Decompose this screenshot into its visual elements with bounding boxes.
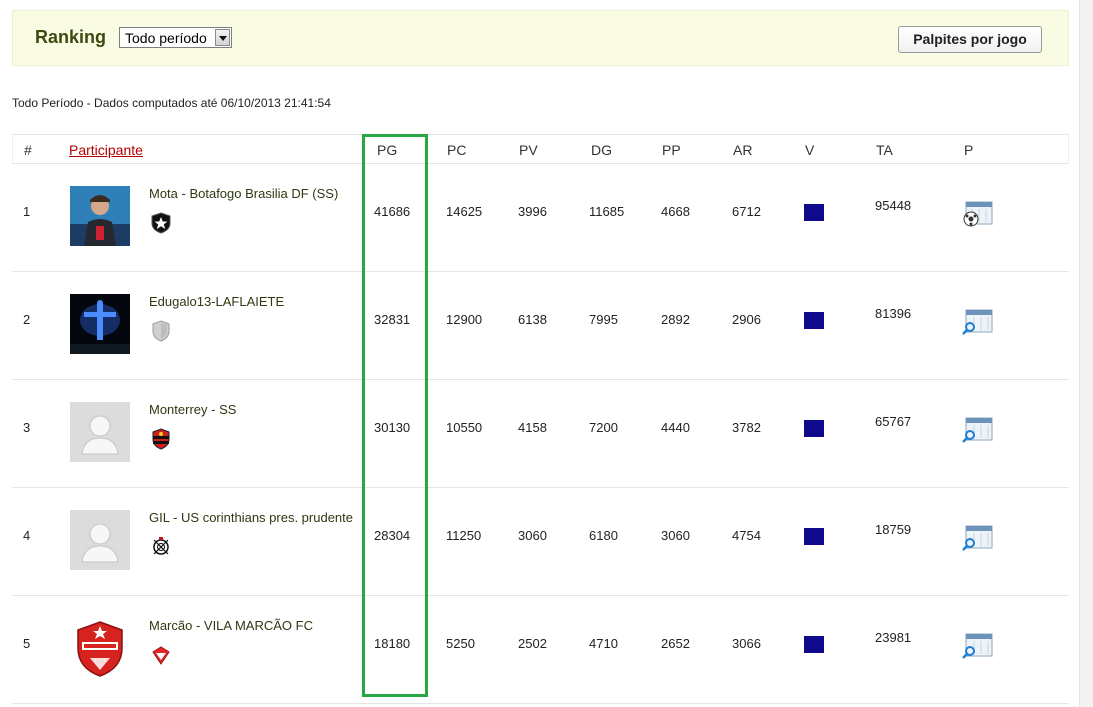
col-header-pc: PC	[447, 142, 467, 158]
pc-value: 14625	[446, 204, 483, 219]
ranking-toolbar: Ranking Todo período Palpites por jogo	[12, 10, 1069, 66]
table-row: 5 Marcão - VILA MARCÃO FC 18180 5250 250…	[12, 596, 1069, 704]
soccer-calendar-icon[interactable]	[962, 200, 994, 228]
row-position: 1	[23, 204, 31, 219]
avatar[interactable]	[70, 618, 130, 678]
pv-value: 3996	[518, 204, 547, 219]
col-header-v: V	[805, 142, 815, 158]
col-header-position: #	[24, 142, 32, 158]
palpites-por-jogo-button[interactable]: Palpites por jogo	[898, 26, 1042, 53]
ar-value: 3782	[732, 420, 761, 435]
dg-value: 7200	[589, 420, 618, 435]
pg-value: 18180	[374, 636, 411, 651]
pv-value: 6138	[518, 312, 547, 327]
pv-value: 4158	[518, 420, 547, 435]
pg-value: 32831	[374, 312, 411, 327]
search-calendar-icon[interactable]	[962, 416, 994, 444]
search-calendar-icon[interactable]	[962, 524, 994, 552]
search-calendar-icon[interactable]	[962, 308, 994, 336]
row-position: 5	[23, 636, 31, 651]
period-select[interactable]: Todo período	[119, 27, 232, 48]
pc-value: 11250	[446, 528, 482, 543]
corinthians-badge-icon	[153, 537, 169, 555]
dg-value: 4710	[589, 636, 618, 651]
ar-value: 2906	[732, 312, 761, 327]
grey-shield-badge-icon	[152, 320, 170, 342]
row-position: 2	[23, 312, 31, 327]
v-indicator	[804, 636, 824, 653]
ar-value: 4754	[732, 528, 761, 543]
col-header-pg: PG	[377, 142, 398, 158]
table-row: 3 Monterrey - SS 30130 10550 4158 7200 4…	[12, 380, 1069, 488]
pp-value: 2652	[661, 636, 690, 651]
ta-value: 95448	[875, 198, 912, 213]
pp-value: 4668	[661, 204, 690, 219]
participant-name[interactable]: GIL - US corinthians pres. prudente	[149, 510, 353, 525]
col-header-pv: PV	[519, 142, 538, 158]
participant-name[interactable]: Marcão - VILA MARCÃO FC	[149, 618, 313, 633]
v-indicator	[804, 312, 824, 329]
ta-value: 23981	[875, 630, 912, 645]
participant-name[interactable]: Monterrey - SS	[149, 402, 236, 417]
avatar[interactable]	[70, 510, 130, 570]
col-header-ta: TA	[876, 142, 893, 158]
pp-value: 4440	[661, 420, 690, 435]
participant-name[interactable]: Edugalo13-LAFLAIETE	[149, 294, 284, 309]
period-select-value: Todo período	[125, 30, 207, 46]
dg-value: 7995	[589, 312, 618, 327]
table-row: 2 Edugalo13-LAFLAIETE 32831 12900 6138 7…	[12, 272, 1069, 380]
ta-value: 65767	[875, 414, 912, 429]
row-position: 3	[23, 420, 31, 435]
table-row: 4 GIL - US corinthians pres. prudente 28…	[12, 488, 1069, 596]
col-header-pp: PP	[662, 142, 681, 158]
avatar[interactable]	[70, 186, 130, 246]
col-header-participante[interactable]: Participante	[69, 142, 143, 158]
pg-value: 28304	[374, 528, 411, 543]
botafogo-star-badge-icon	[151, 212, 171, 234]
ta-value: 81396	[875, 306, 912, 321]
ar-value: 3066	[732, 636, 761, 651]
avatar[interactable]	[70, 402, 130, 462]
page-title: Ranking	[35, 27, 107, 47]
dg-value: 6180	[589, 528, 618, 543]
period-info: Todo Período - Dados computados até 06/1…	[12, 96, 331, 110]
vertical-scrollbar[interactable]	[1079, 0, 1093, 707]
row-position: 4	[23, 528, 31, 543]
dg-value: 11685	[589, 204, 625, 219]
v-indicator	[804, 528, 824, 545]
pv-value: 3060	[518, 528, 547, 543]
avatar[interactable]	[70, 294, 130, 354]
pp-value: 3060	[661, 528, 690, 543]
ta-value: 18759	[875, 522, 912, 537]
red-diamond-badge-icon	[152, 646, 170, 665]
pc-value: 10550	[446, 420, 483, 435]
ar-value: 6712	[732, 204, 761, 219]
v-indicator	[804, 420, 824, 437]
pg-value: 30130	[374, 420, 411, 435]
pc-value: 12900	[446, 312, 483, 327]
col-header-dg: DG	[591, 142, 612, 158]
v-indicator	[804, 204, 824, 221]
table-row: 1 Mota - Botafogo Brasilia DF (SS) 41686…	[12, 164, 1069, 272]
pc-value: 5250	[446, 636, 475, 651]
pg-value: 41686	[374, 204, 411, 219]
pv-value: 2502	[518, 636, 547, 651]
pp-value: 2892	[661, 312, 690, 327]
col-header-ar: AR	[733, 142, 753, 158]
vitoria-badge-icon	[152, 428, 170, 450]
ranking-table: # Participante PG PC PV DG PP AR V TA P …	[12, 134, 1069, 704]
table-header: # Participante PG PC PV DG PP AR V TA P	[12, 135, 1069, 164]
chevron-down-icon[interactable]	[215, 29, 230, 46]
participant-name[interactable]: Mota - Botafogo Brasilia DF (SS)	[149, 186, 338, 201]
search-calendar-icon[interactable]	[962, 632, 994, 660]
col-header-p: P	[964, 142, 974, 158]
